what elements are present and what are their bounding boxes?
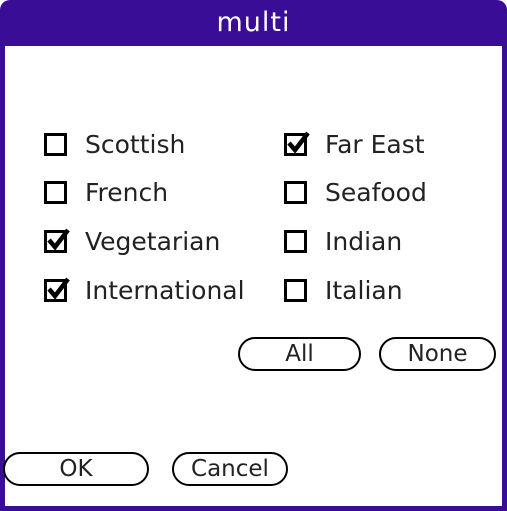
checkbox-vegetarian[interactable]: Vegetarian	[44, 223, 220, 259]
checkmark-icon	[287, 131, 310, 154]
checkbox-box[interactable]	[44, 180, 67, 204]
checkbox-label-french: French	[85, 177, 169, 207]
checkbox-box[interactable]	[284, 278, 307, 302]
ok-button[interactable]: OK	[3, 452, 149, 486]
checkbox-box[interactable]	[284, 229, 307, 253]
checkbox-label-seafood: Seafood	[325, 177, 427, 207]
checkbox-box[interactable]	[44, 277, 70, 302]
all-button[interactable]: All	[238, 337, 361, 371]
checkbox-scottish[interactable]: Scottish	[44, 126, 185, 162]
checkbox-label-italian: Italian	[325, 275, 403, 305]
checkbox-box[interactable]	[284, 180, 307, 204]
checkbox-label-scottish: Scottish	[85, 129, 186, 159]
checkbox-italian[interactable]: Italian	[284, 272, 403, 308]
checkbox-label-far-east: Far East	[325, 129, 425, 159]
checkbox-box[interactable]	[44, 228, 70, 253]
checkbox-box[interactable]	[284, 131, 310, 156]
none-button[interactable]: None	[379, 337, 496, 371]
dialog-title: multi	[216, 7, 291, 38]
checkbox-international[interactable]: International	[44, 272, 245, 308]
checkbox-french[interactable]: French	[44, 174, 168, 210]
title-bar: multi	[0, 0, 507, 46]
checkbox-far-east[interactable]: Far East	[284, 126, 425, 162]
multi-dialog: multi Scottish French Vegetarian Interna…	[0, 0, 507, 511]
checkbox-indian[interactable]: Indian	[284, 223, 402, 259]
checkbox-seafood[interactable]: Seafood	[284, 174, 427, 210]
checkbox-label-vegetarian: Vegetarian	[85, 226, 221, 256]
checkbox-box[interactable]	[44, 132, 67, 156]
checkmark-icon	[47, 228, 70, 251]
cancel-button[interactable]: Cancel	[172, 452, 288, 486]
checkbox-label-international: International	[85, 275, 245, 305]
checkmark-icon	[47, 277, 70, 300]
checkbox-label-indian: Indian	[325, 226, 403, 256]
